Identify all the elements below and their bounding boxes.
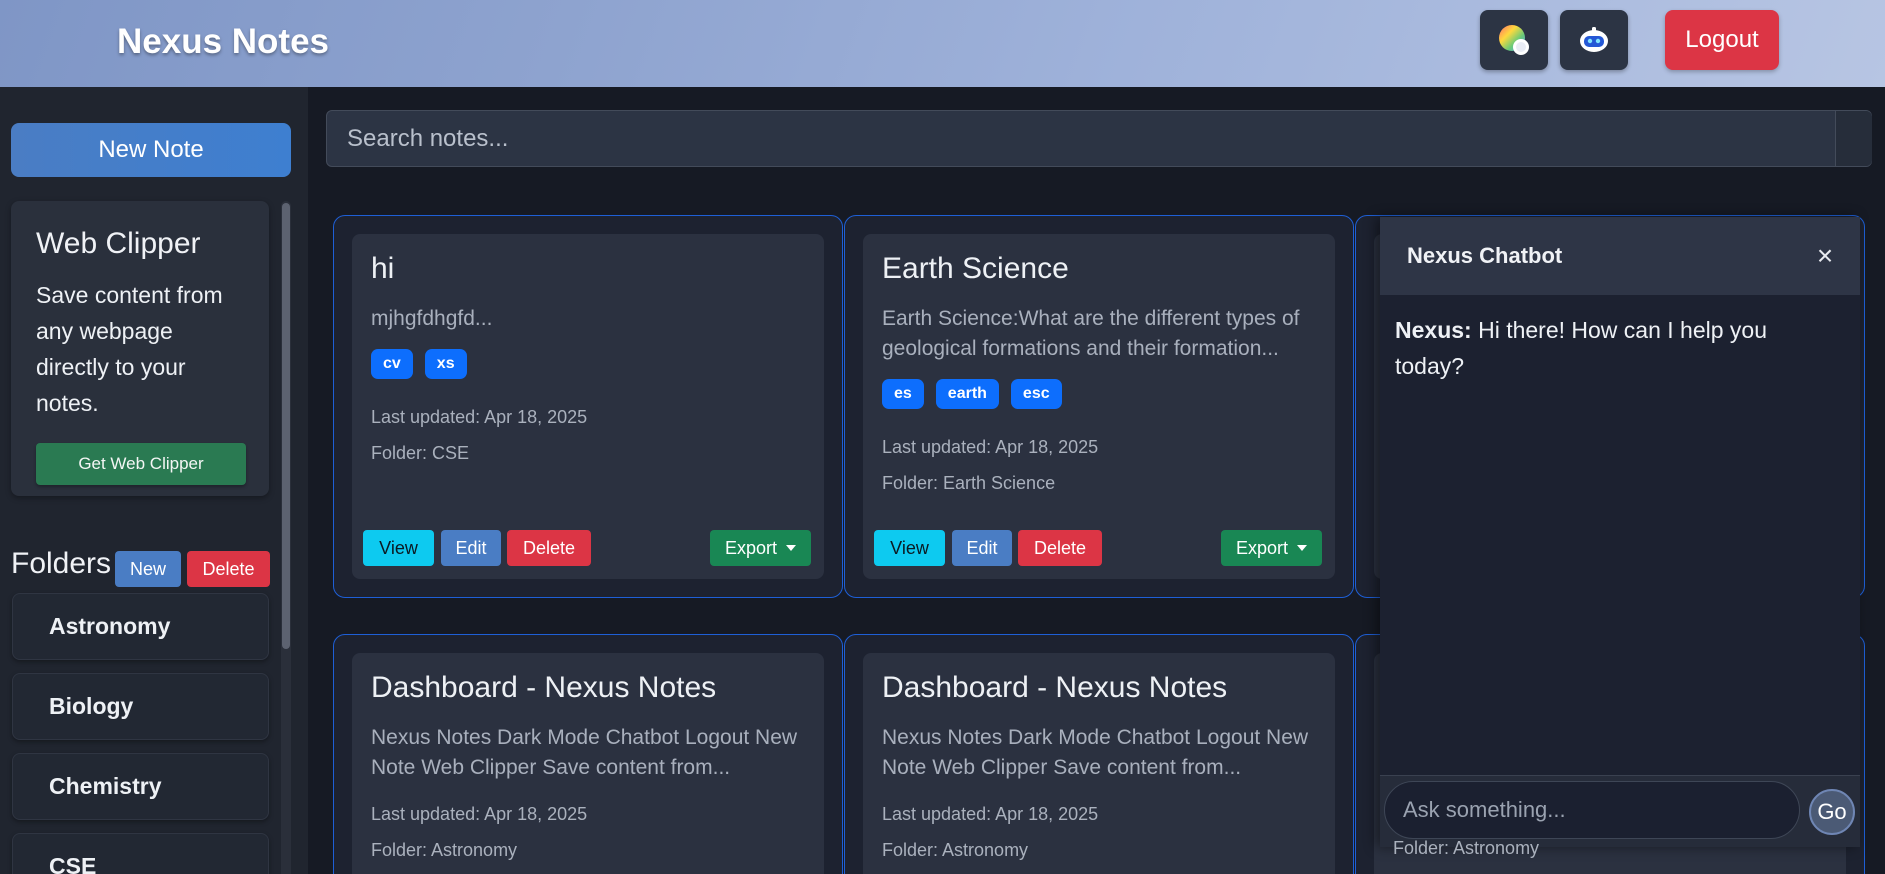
export-label: Export (1235, 537, 1289, 558)
delete-folder-button[interactable]: Delete (187, 551, 270, 587)
note-card-inner: Earth Science Earth Science:What are the… (863, 234, 1335, 579)
folder-item-chemistry[interactable]: Chemistry (12, 753, 269, 820)
brand-title[interactable]: Nexus Notes (117, 22, 329, 62)
note-snippet: mjhgfdhgfd... (371, 307, 493, 330)
chat-message: Nexus: Hi there! How can I help you toda… (1395, 312, 1835, 384)
caret-down-icon (786, 545, 797, 551)
chat-input[interactable] (1384, 781, 1800, 839)
chatbot-toggle-button[interactable] (1560, 10, 1628, 70)
note-folder: Folder: Astronomy (371, 840, 518, 860)
folder-item-cse[interactable]: CSE (12, 833, 269, 874)
logout-button[interactable]: Logout (1665, 10, 1779, 70)
note-card[interactable]: hi mjhgfdhgfd... cv xs Last updated: Apr… (333, 215, 843, 598)
export-label: Export (724, 537, 778, 558)
get-web-clipper-button[interactable]: Get Web Clipper (36, 443, 246, 485)
export-dropdown-button[interactable]: Export (710, 530, 811, 566)
folders-heading: Folders (11, 547, 112, 580)
note-card[interactable]: Dashboard - Nexus Notes Nexus Notes Dark… (844, 634, 1354, 874)
view-button[interactable]: View (874, 530, 945, 566)
note-title[interactable]: Earth Science (882, 252, 1069, 286)
note-card[interactable]: Earth Science Earth Science:What are the… (844, 215, 1354, 598)
delete-button[interactable]: Delete (1018, 530, 1102, 566)
tag-badge[interactable]: cv (371, 349, 413, 379)
delete-button[interactable]: Delete (507, 530, 591, 566)
edit-button[interactable]: Edit (952, 530, 1012, 566)
sidebar-scroll-thumb[interactable] (282, 203, 290, 649)
sidebar: New Note Web Clipper Save content from a… (0, 87, 308, 874)
caret-down-icon (1297, 545, 1308, 551)
note-folder: Folder: Earth Science (882, 473, 1056, 493)
note-updated: Last updated: Apr 18, 2025 (371, 407, 588, 427)
chat-footer: Go (1380, 775, 1860, 847)
chat-sender: Nexus: (1395, 317, 1472, 343)
search-bar (326, 110, 1872, 167)
folder-item-astronomy[interactable]: Astronomy (12, 593, 269, 660)
new-folder-button[interactable]: New (115, 551, 181, 587)
note-updated: Last updated: Apr 18, 2025 (882, 804, 1099, 824)
note-tags: es earth esc (882, 379, 1062, 409)
search-button[interactable] (1835, 111, 1872, 166)
note-card-inner: Dashboard - Nexus Notes Nexus Notes Dark… (352, 653, 824, 874)
note-title[interactable]: Dashboard - Nexus Notes (371, 671, 716, 705)
note-card-inner: hi mjhgfdhgfd... cv xs Last updated: Apr… (352, 234, 824, 579)
tag-badge[interactable]: xs (424, 349, 467, 379)
note-title[interactable]: hi (371, 252, 394, 286)
chat-send-button[interactable]: Go (1809, 789, 1855, 835)
note-updated: Last updated: Apr 18, 2025 (371, 804, 588, 824)
web-clipper-card: Web Clipper Save content from any webpag… (11, 201, 269, 496)
note-snippet: Nexus Notes Dark Mode Chatbot Logout New… (371, 726, 798, 779)
note-updated: Last updated: Apr 18, 2025 (882, 437, 1099, 457)
note-card[interactable]: Dashboard - Nexus Notes Nexus Notes Dark… (333, 634, 843, 874)
search-input[interactable] (327, 111, 1835, 166)
chatbot-title: Nexus Chatbot (1407, 243, 1563, 268)
view-button[interactable]: View (363, 530, 434, 566)
note-snippet: Earth Science:What are the different typ… (882, 307, 1300, 360)
tag-badge[interactable]: earth (935, 379, 999, 409)
theme-toggle-button[interactable] (1480, 10, 1548, 70)
chatbot-header: Nexus Chatbot × (1380, 217, 1860, 295)
web-clipper-title: Web Clipper (36, 227, 201, 260)
app-header: Nexus Notes Logout (0, 0, 1885, 87)
chatbot-panel: Nexus Chatbot × Nexus: Hi there! How can… (1380, 217, 1860, 847)
new-note-button[interactable]: New Note (11, 123, 291, 177)
web-clipper-description: Save content from any webpage directly t… (36, 282, 223, 416)
robot-icon (1580, 27, 1608, 52)
note-folder: Folder: Astronomy (882, 840, 1029, 860)
tag-badge[interactable]: esc (1010, 379, 1062, 409)
tag-badge[interactable]: es (882, 379, 924, 409)
note-snippet: Nexus Notes Dark Mode Chatbot Logout New… (882, 726, 1309, 779)
close-icon[interactable]: × (1810, 239, 1840, 273)
folder-item-biology[interactable]: Biology (12, 673, 269, 740)
note-folder: Folder: CSE (371, 443, 470, 463)
palette-icon (1499, 25, 1529, 55)
note-card-inner: Dashboard - Nexus Notes Nexus Notes Dark… (863, 653, 1335, 874)
note-tags: cv xs (371, 349, 467, 379)
note-folder: Folder: Astronomy (1393, 838, 1540, 858)
note-title[interactable]: Dashboard - Nexus Notes (882, 671, 1227, 705)
edit-button[interactable]: Edit (441, 530, 501, 566)
export-dropdown-button[interactable]: Export (1221, 530, 1322, 566)
